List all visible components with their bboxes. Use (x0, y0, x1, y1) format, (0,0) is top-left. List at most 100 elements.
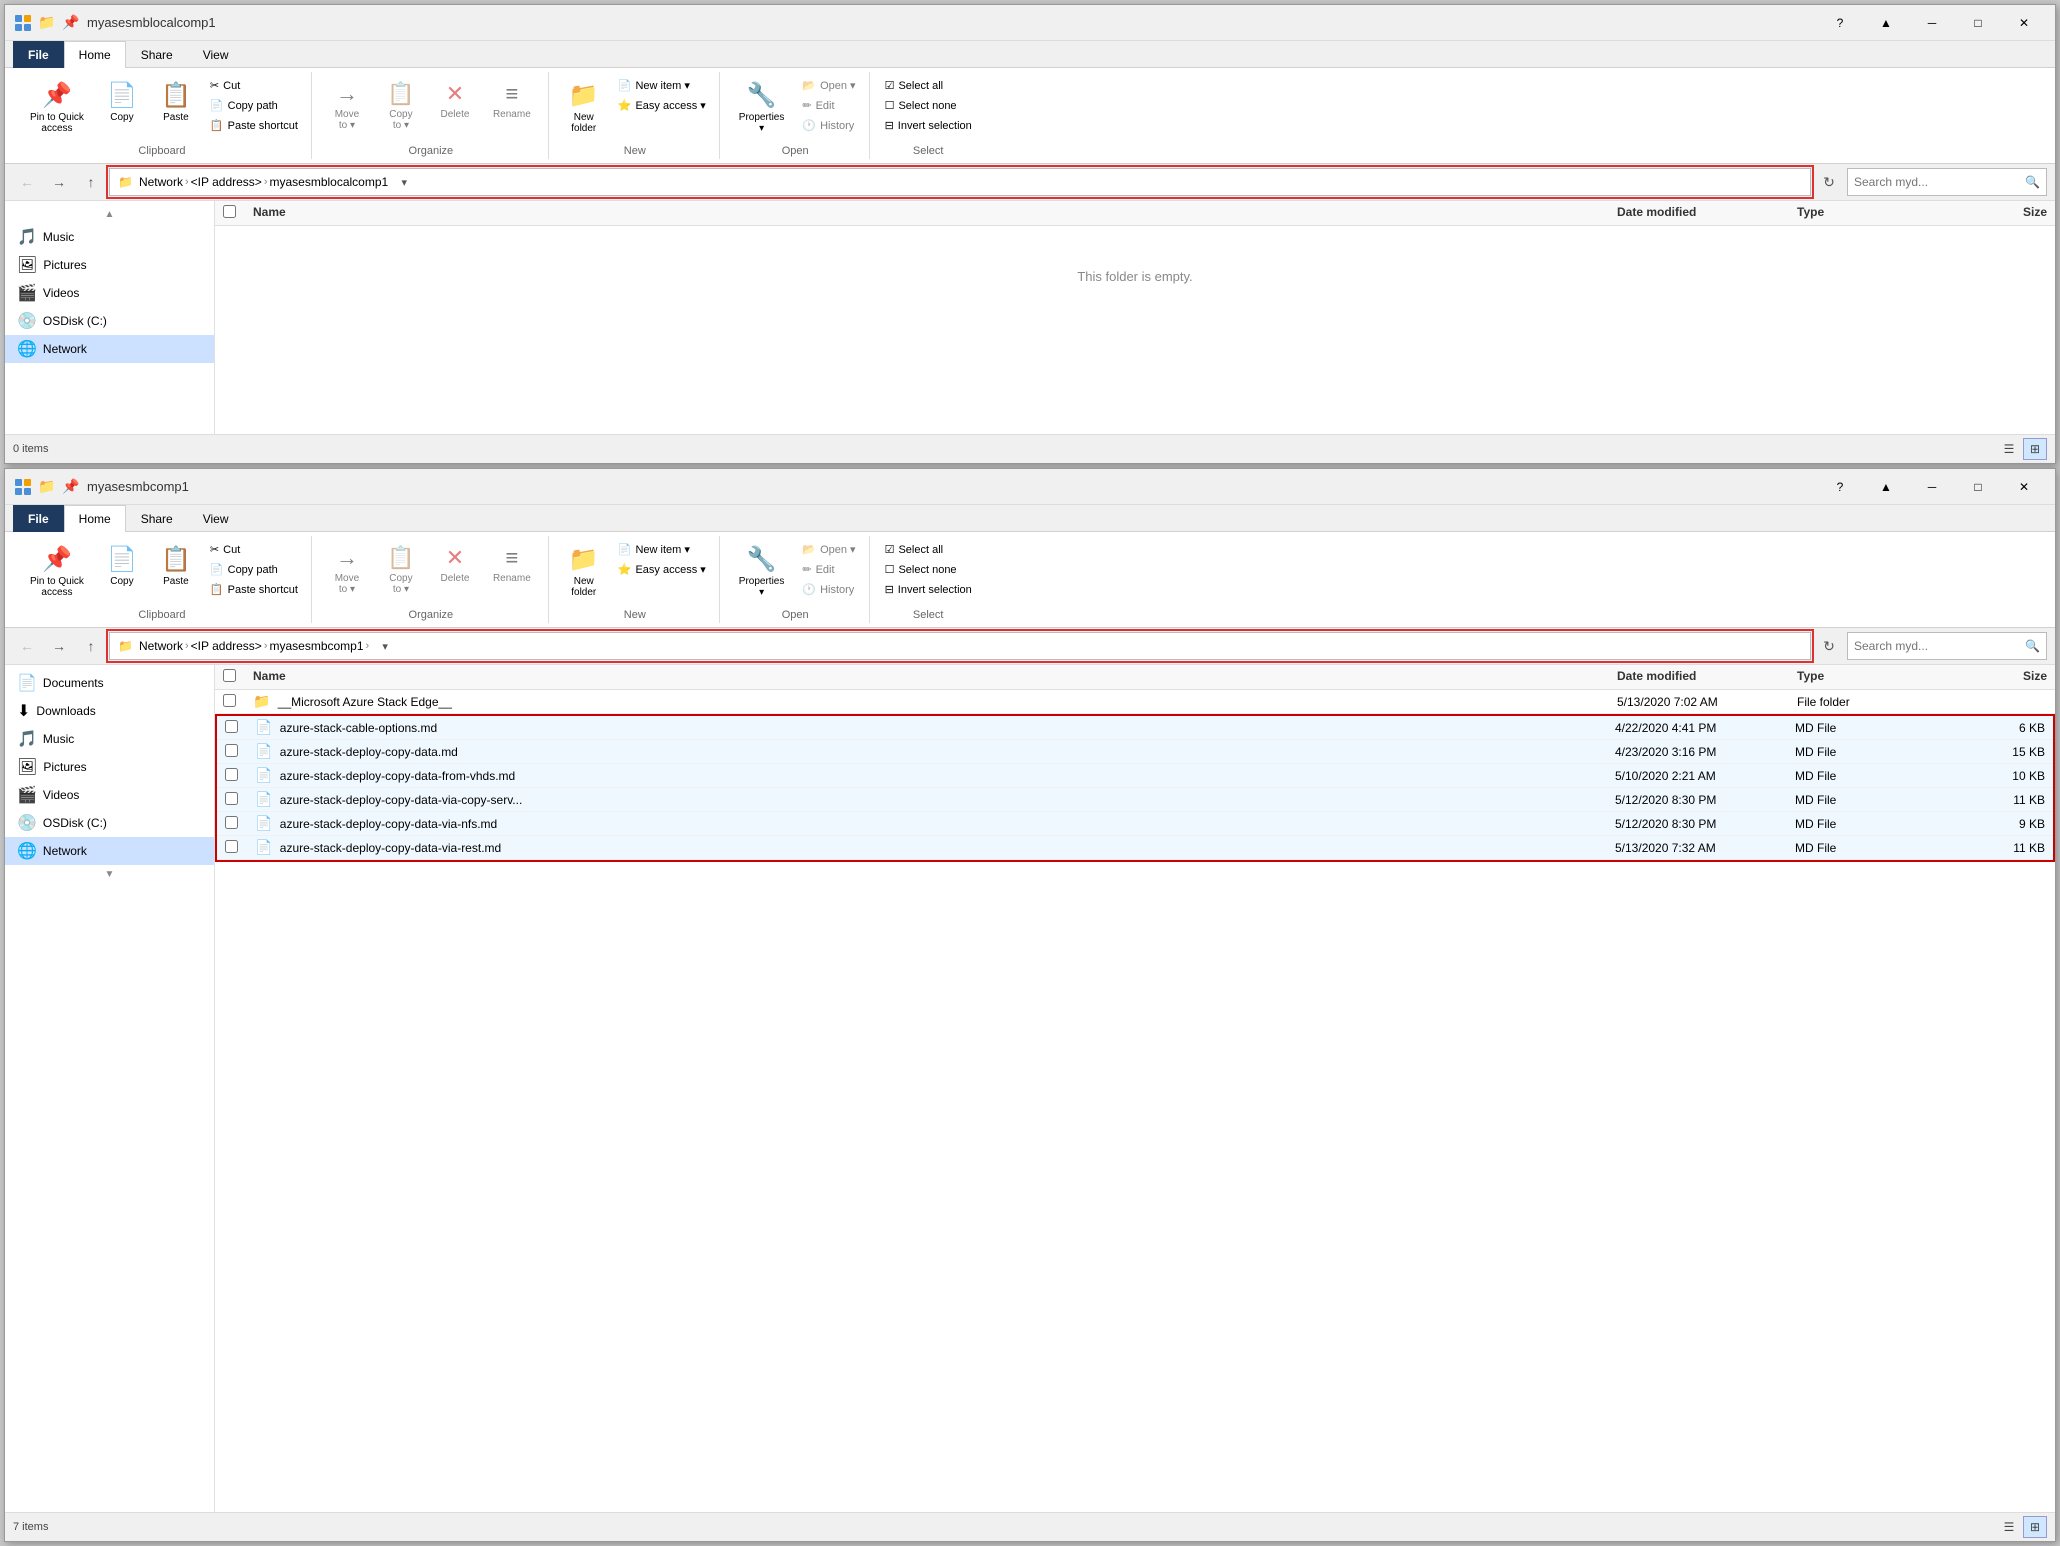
rename-btn-2[interactable]: ≡ Rename (484, 540, 540, 589)
history-btn-2[interactable]: 🕐 History (797, 580, 860, 599)
row-check-0[interactable] (223, 694, 253, 710)
addr-part-ip-1[interactable]: <IP address> (191, 175, 262, 189)
row-check-4[interactable] (225, 792, 255, 808)
addr-part-ip-2[interactable]: <IP address> (191, 639, 262, 653)
open-btn-1[interactable]: 📂 Open ▾ (797, 76, 860, 95)
maximize-button-2[interactable]: □ (1955, 469, 2001, 505)
header-size-2[interactable]: Size (1947, 669, 2047, 685)
copy-to-btn-1[interactable]: 📋 Copyto ▾ (376, 76, 426, 136)
chevron-collapse-1[interactable]: ▲ (1863, 5, 1909, 41)
back-btn-1[interactable]: ← (13, 168, 41, 196)
addr-part-network-2[interactable]: Network (139, 639, 183, 653)
search-icon-1[interactable]: 🔍 (2025, 175, 2040, 189)
view-list-btn-1[interactable]: ☰ (1997, 438, 2021, 460)
address-box-1[interactable]: 📁 Network › <IP address> › myasesmblocal… (109, 168, 1811, 196)
close-button-1[interactable]: ✕ (2001, 5, 2047, 41)
sidebar-item-music-1[interactable]: 🎵 Music (5, 223, 214, 251)
invert-selection-btn-1[interactable]: ⊟ Invert selection (880, 116, 977, 135)
sidebar-item-music-2[interactable]: 🎵 Music (5, 725, 214, 753)
copy-path-btn-2[interactable]: 📄 Copy path (205, 560, 303, 579)
tab-view-2[interactable]: View (188, 505, 244, 532)
sidebar-item-videos-2[interactable]: 🎬 Videos (5, 781, 214, 809)
row-check-6[interactable] (225, 840, 255, 856)
search-icon-2[interactable]: 🔍 (2025, 639, 2040, 653)
back-btn-2[interactable]: ← (13, 632, 41, 660)
delete-btn-1[interactable]: ✕ Delete (430, 76, 480, 125)
header-check-1[interactable] (223, 205, 253, 221)
new-item-btn-2[interactable]: 📄 New item ▾ (613, 540, 711, 559)
cut-btn-1[interactable]: ✂ Cut (205, 76, 303, 95)
header-name-1[interactable]: Name (253, 205, 1617, 221)
minimize-button-1[interactable]: ─ (1909, 5, 1955, 41)
view-details-btn-2[interactable]: ⊞ (2023, 1516, 2047, 1538)
refresh-btn-2[interactable]: ↻ (1815, 632, 1843, 660)
pin-quick-access-2[interactable]: 📌 Pin to Quickaccess (21, 540, 93, 603)
new-item-btn-1[interactable]: 📄 New item ▾ (613, 76, 711, 95)
up-btn-1[interactable]: ↑ (77, 168, 105, 196)
tab-share-1[interactable]: Share (126, 41, 188, 68)
addr-part-comp-1[interactable]: myasesmblocalcomp1 (269, 175, 388, 189)
search-box-1[interactable]: 🔍 (1847, 168, 2047, 196)
table-row[interactable]: 📄 azure-stack-deploy-copy-data-via-nfs.m… (217, 812, 2053, 836)
new-folder-btn-1[interactable]: 📁 Newfolder (559, 76, 609, 139)
invert-selection-btn-2[interactable]: ⊟ Invert selection (880, 580, 977, 599)
sidebar-scroll-down-2[interactable]: ▼ (5, 865, 214, 883)
tab-share-2[interactable]: Share (126, 505, 188, 532)
copy-path-btn-1[interactable]: 📄 Copy path (205, 96, 303, 115)
copy-to-btn-2[interactable]: 📋 Copyto ▾ (376, 540, 426, 600)
cut-btn-2[interactable]: ✂ Cut (205, 540, 303, 559)
select-none-btn-2[interactable]: ☐ Select none (880, 560, 977, 579)
header-size-1[interactable]: Size (1947, 205, 2047, 221)
tab-file-2[interactable]: File (13, 505, 64, 532)
sidebar-item-downloads-2[interactable]: ⬇ Downloads (5, 697, 214, 725)
sidebar-item-pictures-2[interactable]: 🖼 Pictures (5, 753, 214, 781)
open-btn-2[interactable]: 📂 Open ▾ (797, 540, 860, 559)
addr-part-comp-2[interactable]: myasesmbcomp1 (269, 639, 363, 653)
move-to-btn-2[interactable]: → Moveto ▾ (322, 540, 372, 600)
table-row[interactable]: 📄 azure-stack-deploy-copy-data-from-vhds… (217, 764, 2053, 788)
copy-btn-1[interactable]: 📄 Copy (97, 76, 147, 128)
header-type-1[interactable]: Type (1797, 205, 1947, 221)
sidebar-item-network-1[interactable]: 🌐 Network (5, 335, 214, 363)
close-button-2[interactable]: ✕ (2001, 469, 2047, 505)
maximize-button-1[interactable]: □ (1955, 5, 2001, 41)
sidebar-item-osdisk-2[interactable]: 💿 OSDisk (C:) (5, 809, 214, 837)
paste-shortcut-btn-2[interactable]: 📋 Paste shortcut (205, 580, 303, 599)
header-date-1[interactable]: Date modified (1617, 205, 1797, 221)
select-all-checkbox-1[interactable] (223, 205, 236, 218)
select-all-btn-1[interactable]: ☑ Select all (880, 76, 977, 95)
header-check-2[interactable] (223, 669, 253, 685)
new-folder-btn-2[interactable]: 📁 Newfolder (559, 540, 609, 603)
paste-btn-1[interactable]: 📋 Paste (151, 76, 201, 128)
header-date-2[interactable]: Date modified (1617, 669, 1797, 685)
tab-view-1[interactable]: View (188, 41, 244, 68)
sidebar-item-documents-2[interactable]: 📄 Documents (5, 669, 214, 697)
rename-btn-1[interactable]: ≡ Rename (484, 76, 540, 125)
sidebar-item-osdisk-1[interactable]: 💿 OSDisk (C:) (5, 307, 214, 335)
delete-btn-2[interactable]: ✕ Delete (430, 540, 480, 589)
paste-btn-2[interactable]: 📋 Paste (151, 540, 201, 592)
tab-file-1[interactable]: File (13, 41, 64, 68)
addr-dropdown-1[interactable]: ▾ (394, 172, 414, 192)
table-row[interactable]: 📄 azure-stack-cable-options.md 4/22/2020… (217, 716, 2053, 740)
select-all-btn-2[interactable]: ☑ Select all (880, 540, 977, 559)
row-check-2[interactable] (225, 744, 255, 760)
address-box-2[interactable]: 📁 Network › <IP address> › myasesmbcomp1… (109, 632, 1811, 660)
help-button-1[interactable]: ? (1817, 5, 1863, 41)
header-name-2[interactable]: Name (253, 669, 1617, 685)
copy-btn-2[interactable]: 📄 Copy (97, 540, 147, 592)
easy-access-btn-2[interactable]: ⭐ Easy access ▾ (613, 560, 711, 579)
minimize-button-2[interactable]: ─ (1909, 469, 1955, 505)
history-btn-1[interactable]: 🕐 History (797, 116, 860, 135)
paste-shortcut-btn-1[interactable]: 📋 Paste shortcut (205, 116, 303, 135)
view-list-btn-2[interactable]: ☰ (1997, 1516, 2021, 1538)
search-input-2[interactable] (1854, 639, 2021, 653)
search-box-2[interactable]: 🔍 (1847, 632, 2047, 660)
sidebar-item-pictures-1[interactable]: 🖼 Pictures (5, 251, 214, 279)
table-row[interactable]: 📁 __Microsoft Azure Stack Edge__ 5/13/20… (215, 690, 2055, 714)
properties-btn-2[interactable]: 🔧 Properties▾ (730, 540, 794, 603)
select-none-btn-1[interactable]: ☐ Select none (880, 96, 977, 115)
sidebar-item-network-2[interactable]: 🌐 Network (5, 837, 214, 865)
select-all-checkbox-2[interactable] (223, 669, 236, 682)
help-button-2[interactable]: ? (1817, 469, 1863, 505)
